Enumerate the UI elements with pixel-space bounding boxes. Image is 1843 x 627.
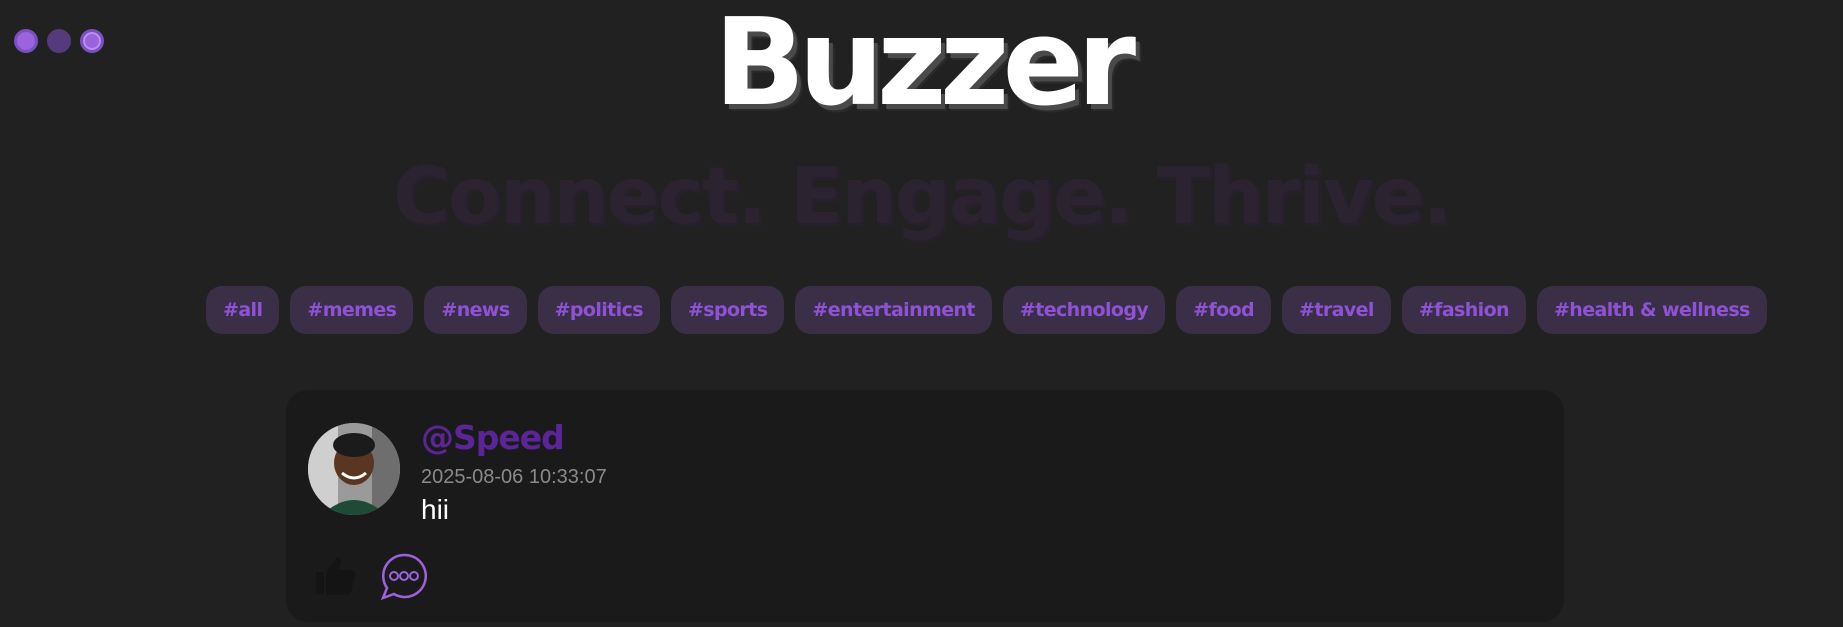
tag-sports[interactable]: #sports — [670, 286, 785, 334]
tag-health-wellness[interactable]: #health & wellness — [1536, 286, 1767, 334]
tag-food[interactable]: #food — [1176, 286, 1272, 334]
tag-news[interactable]: #news — [424, 286, 527, 334]
post-card: @Speed 2025-08-06 10:33:07 hii — [286, 390, 1564, 622]
tag-memes[interactable]: #memes — [290, 286, 414, 334]
tag-fashion[interactable]: #fashion — [1401, 286, 1526, 334]
tag-all[interactable]: #all — [206, 286, 280, 334]
like-button[interactable] — [312, 552, 358, 598]
app-title: Buzzer — [713, 0, 1136, 133]
tag-technology[interactable]: #technology — [1002, 286, 1166, 334]
avatar[interactable] — [308, 423, 400, 515]
post-username[interactable]: @Speed — [421, 418, 565, 457]
chat-bubble-icon — [380, 553, 428, 601]
tag-filter-bar: #all #memes #news #politics #sports #ent… — [206, 286, 1767, 334]
tag-travel[interactable]: #travel — [1282, 286, 1391, 334]
tagline: Connect. Engage. Thrive. — [392, 152, 1452, 242]
comment-button[interactable] — [380, 552, 428, 601]
thumbs-up-icon — [316, 557, 356, 595]
tag-entertainment[interactable]: #entertainment — [795, 286, 992, 334]
post-timestamp: 2025-08-06 10:33:07 — [421, 466, 607, 488]
tag-politics[interactable]: #politics — [537, 286, 660, 334]
avatar-image — [308, 423, 400, 515]
post-text: hii — [421, 494, 450, 525]
